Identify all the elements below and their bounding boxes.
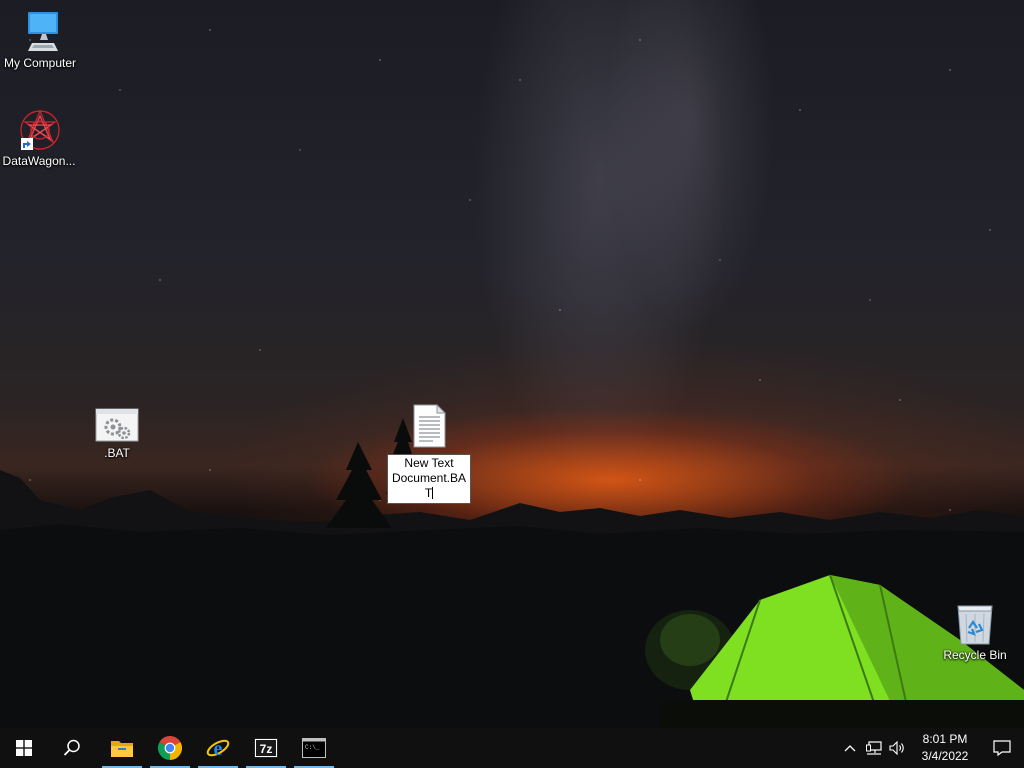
text-caret: [432, 487, 434, 499]
datawagon-icon: [20, 109, 60, 150]
batch-file-icon: [95, 408, 139, 442]
desktop-icon-label: .BAT: [104, 446, 130, 460]
ie-icon: e: [206, 738, 230, 760]
notification-icon: [993, 740, 1011, 756]
cmd-icon: C:\_: [302, 738, 326, 758]
search-icon: [63, 739, 80, 756]
desktop-icon-new-text-document[interactable]: [389, 404, 469, 450]
taskbar-command-prompt[interactable]: C:\_: [290, 728, 338, 768]
recycle-bin-icon: [957, 605, 993, 645]
svg-text:e: e: [214, 738, 223, 760]
chevron-up-icon: [844, 745, 856, 752]
clock-time: 8:01 PM: [922, 732, 968, 746]
7zip-icon: 7z: [254, 738, 278, 758]
rename-text-line: Document.BA: [391, 471, 467, 485]
rename-text-line: T: [388, 486, 470, 501]
desktop-icon-datawagon[interactable]: DataWagon...: [0, 108, 79, 169]
desktop-icon-recycle-bin[interactable]: Recycle Bin: [935, 602, 1015, 663]
system-tray: 8:01 PM 3/4/2022: [838, 728, 1024, 768]
svg-text:C:\_: C:\_: [305, 744, 320, 751]
mountain-silhouette: [0, 418, 1024, 728]
rename-text-last: T: [424, 486, 433, 500]
volume-button[interactable]: [886, 728, 910, 768]
network-icon: [866, 741, 882, 755]
speaker-icon: [889, 741, 904, 755]
taskbar-clock[interactable]: 8:01 PM 3/4/2022: [910, 731, 980, 765]
computer-icon: [28, 12, 58, 51]
desktop-icon-label: My Computer: [3, 56, 77, 70]
desktop-icon-label: DataWagon...: [2, 154, 76, 168]
taskbar-chrome[interactable]: [146, 728, 194, 768]
taskbar-file-explorer[interactable]: [98, 728, 146, 768]
start-button[interactable]: [0, 728, 48, 768]
rename-input[interactable]: New Text Document.BA T: [387, 454, 471, 504]
taskbar-7zip[interactable]: 7z: [242, 728, 290, 768]
windows-start-icon: [16, 740, 32, 756]
action-center-button[interactable]: [980, 728, 1024, 768]
svg-text:7z: 7z: [260, 742, 273, 756]
folder-icon: [111, 741, 133, 757]
taskbar-internet-explorer[interactable]: e: [194, 728, 242, 768]
clock-date: 3/4/2022: [921, 749, 969, 763]
desktop-wallpaper: [0, 0, 1024, 728]
taskbar: e 7z C:\_ 8:01 PM 3/4/2022: [0, 728, 1024, 768]
desktop-icon-label: Recycle Bin: [943, 648, 1007, 662]
show-hidden-icons-button[interactable]: [838, 728, 862, 768]
text-document-icon: [413, 404, 447, 448]
desktop-icon-my-computer[interactable]: My Computer: [0, 10, 80, 71]
chrome-icon: [158, 736, 182, 760]
network-button[interactable]: [862, 728, 886, 768]
rename-text-line: New Text: [404, 456, 454, 470]
desktop-icon-bat-file[interactable]: .BAT: [77, 408, 157, 461]
search-button[interactable]: [48, 728, 96, 768]
